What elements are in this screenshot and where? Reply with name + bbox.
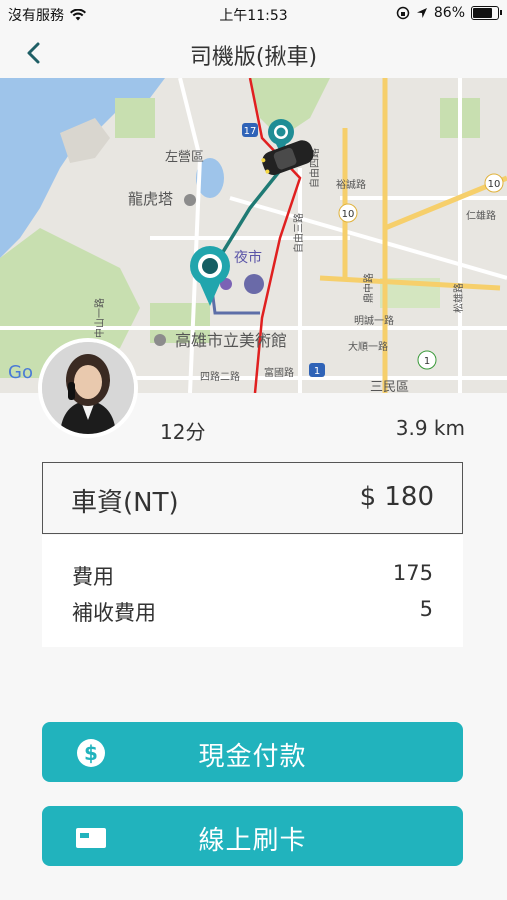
nav-bar: 司機版(揪車)	[0, 28, 507, 78]
driver-avatar[interactable]	[38, 338, 138, 438]
fare-item-label: 補收費用	[72, 601, 156, 625]
map-label-sanmin: 三民區	[370, 380, 409, 393]
fare-item-value: 5	[419, 597, 433, 621]
svg-text:仁雄路: 仁雄路	[466, 209, 496, 222]
location-arrow-icon	[416, 8, 427, 18]
battery-percent: 86%	[433, 5, 465, 21]
page-title: 司機版(揪車)	[189, 45, 318, 70]
svg-text:松雄路: 松雄路	[452, 283, 465, 313]
poi-dot	[244, 274, 264, 294]
fare-total-box: 車資(NT) $ 180	[42, 462, 463, 534]
svg-text:大順一路: 大順一路	[348, 340, 388, 353]
cash-payment-button[interactable]: $ 現金付款	[42, 722, 463, 782]
map-label-museum: 高雄市立美術館	[175, 331, 287, 350]
fare-breakdown: 費用 175 補收費用 5	[42, 535, 463, 647]
fare-row: 費用 175	[72, 561, 433, 591]
map-label-longhu: 龍虎塔	[128, 190, 173, 208]
battery-icon	[471, 6, 502, 20]
fare-amount: $ 180	[359, 482, 434, 512]
map-label-night-market: 夜市	[234, 249, 262, 266]
svg-text:裕誠路: 裕誠路	[336, 178, 366, 191]
orientation-lock-icon	[396, 6, 410, 20]
card-payment-button[interactable]: 線上刷卡	[42, 806, 463, 866]
svg-text:自由三路: 自由三路	[292, 213, 305, 253]
svg-text:鼎中路: 鼎中路	[362, 273, 375, 303]
svg-text:四路二路: 四路二路	[200, 370, 240, 383]
trip-duration: 12分	[160, 420, 206, 444]
svg-text:中山一路: 中山一路	[93, 298, 106, 338]
fare-row: 補收費用 5	[72, 597, 433, 627]
fare-item-label: 費用	[72, 565, 114, 589]
fare-label: 車資(NT)	[71, 488, 179, 518]
svg-text:1: 1	[424, 356, 430, 367]
driver-photo	[42, 342, 134, 434]
svg-text:17: 17	[244, 126, 257, 137]
svg-text:明誠一路: 明誠一路	[354, 314, 394, 327]
google-logo: Go	[8, 362, 33, 383]
trip-distance: 3.9 km	[395, 416, 465, 440]
svg-text:10: 10	[488, 179, 501, 190]
card-payment-label: 線上刷卡	[198, 826, 307, 856]
svg-text:10: 10	[342, 209, 355, 220]
cash-payment-label: 現金付款	[198, 742, 307, 772]
fare-item-value: 175	[392, 561, 433, 585]
svg-text:1: 1	[314, 366, 320, 377]
svg-text:富國路: 富國路	[264, 366, 294, 379]
status-bar: 沒有服務 上午11:53 86%	[0, 0, 507, 28]
map-label-zuoying: 左營區	[165, 150, 204, 165]
